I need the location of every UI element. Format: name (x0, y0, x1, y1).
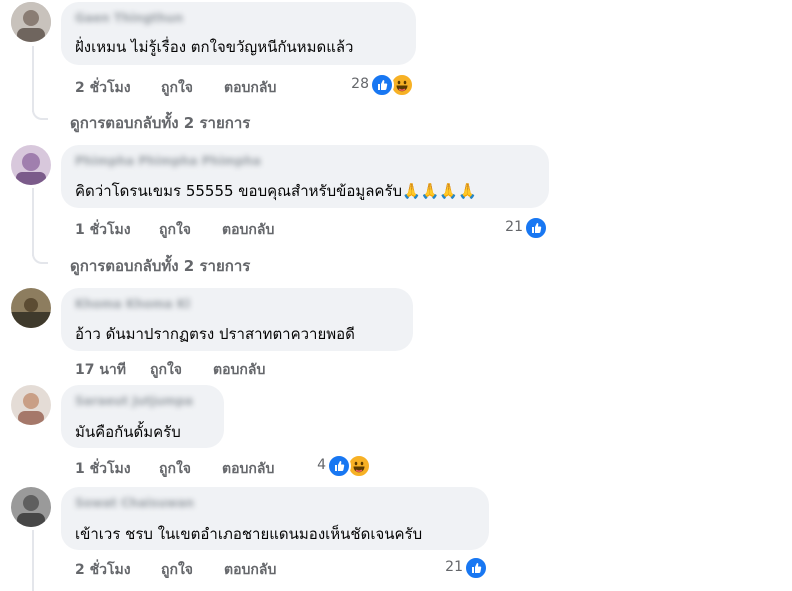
thread-elbow (32, 248, 48, 264)
comment-author[interactable]: Sowat Chaisuwan (75, 496, 194, 510)
thread-line (32, 188, 34, 256)
comment-text: อ้าว ดันมาปรากฏตรง ปราสาทตาควายพอดี (75, 325, 355, 343)
comment-time[interactable]: 17 นาที (75, 359, 126, 381)
comment-text: มันคือกันดั้มครับ (75, 423, 181, 441)
avatar[interactable] (11, 145, 51, 185)
reaction-count: 28 (351, 76, 369, 92)
like-button[interactable]: ถูกใจ (159, 219, 191, 241)
reply-button[interactable]: ตอบกลับ (213, 359, 265, 381)
reply-button[interactable]: ตอบกลับ (224, 77, 276, 99)
comment-text: คิดว่าโดรนเขมร 55555 ขอบคุณสำหรับข้อมูลค… (75, 182, 477, 200)
comment-bubble: Saraeut Jutjumpa มันคือกันดั้มครับ (61, 385, 224, 448)
reaction-summary[interactable]: 21 (430, 556, 490, 580)
comment-time[interactable]: 2 ชั่วโมง (75, 77, 131, 99)
comment-bubble: Phimpha Phimpha Phimpha คิดว่าโดรนเขมร 5… (61, 145, 549, 208)
comment-bubble: Sowat Chaisuwan เข้าเวร ชรบ ในเขตอำเภอชา… (61, 487, 489, 550)
reaction-count: 21 (505, 219, 523, 235)
comment-time[interactable]: 1 ชั่วโมง (75, 458, 131, 480)
comment-author[interactable]: Saraeut Jutjumpa (75, 394, 193, 408)
comment-bubble: Gaen Thingthun ฝั่งเหมน ไม่รู้เรื่อง ตกใ… (61, 2, 416, 65)
comment-author[interactable]: Phimpha Phimpha Phimpha (75, 154, 261, 168)
thread-elbow (32, 104, 48, 120)
avatar[interactable] (11, 487, 51, 527)
reaction-count: 21 (445, 559, 463, 575)
like-button[interactable]: ถูกใจ (150, 359, 182, 381)
reply-button[interactable]: ตอบกลับ (224, 559, 276, 581)
comment-time[interactable]: 1 ชั่วโมง (75, 219, 131, 241)
thread-line (32, 530, 34, 591)
like-button[interactable]: ถูกใจ (159, 458, 191, 480)
like-icon (370, 73, 394, 97)
comment-time[interactable]: 2 ชั่วโมง (75, 559, 131, 581)
thread-line (32, 46, 34, 112)
like-button[interactable]: ถูกใจ (161, 559, 193, 581)
like-icon (524, 216, 548, 240)
avatar[interactable] (11, 288, 51, 328)
reply-button[interactable]: ตอบกลับ (222, 219, 274, 241)
like-button[interactable]: ถูกใจ (161, 77, 193, 99)
reaction-summary[interactable]: 21 (490, 216, 550, 240)
reaction-summary[interactable]: 28 (340, 73, 420, 97)
like-icon (327, 454, 351, 478)
like-icon (464, 556, 488, 580)
comment-text: เข้าเวร ชรบ ในเขตอำเภอชายแดนมองเห็นชัดเจ… (75, 525, 423, 543)
comment-bubble: Khoma Khoma Kl อ้าว ดันมาปรากฏตรง ปราสาท… (61, 288, 413, 351)
avatar[interactable] (11, 2, 51, 42)
reaction-summary[interactable]: 4 (300, 454, 375, 478)
avatar[interactable] (11, 385, 51, 425)
comment-text: ฝั่งเหมน ไม่รู้เรื่อง ตกใจขวัญหนีกันหมดแ… (75, 38, 354, 56)
reaction-count: 4 (317, 457, 326, 473)
view-replies-link[interactable]: ดูการตอบกลับทั้ง 2 รายการ (70, 111, 250, 135)
view-replies-link[interactable]: ดูการตอบกลับทั้ง 2 รายการ (70, 254, 250, 278)
reply-button[interactable]: ตอบกลับ (222, 458, 274, 480)
comment-author[interactable]: Khoma Khoma Kl (75, 297, 190, 311)
comment-author[interactable]: Gaen Thingthun (75, 11, 183, 25)
